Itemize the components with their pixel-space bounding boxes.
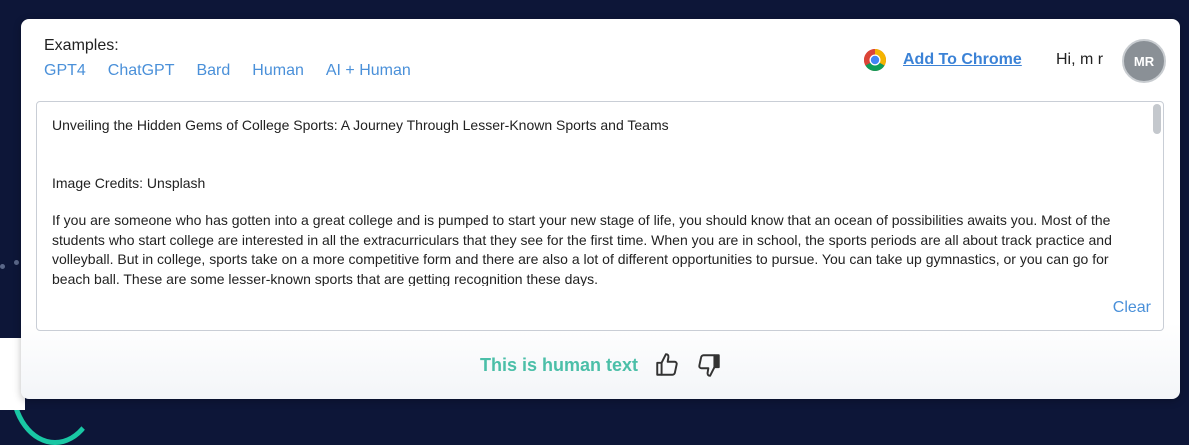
editor-scrollbar-thumb[interactable] [1153,104,1161,134]
image-credits-line: Image Credits: Unsplash [52,174,206,191]
background-decoration [0,250,20,290]
background-dot [0,264,5,269]
example-link-bard[interactable]: Bard [196,62,230,80]
detector-card: Examples: GPT4 ChatGPT Bard Human AI + H… [21,19,1180,399]
example-link-gpt4[interactable]: GPT4 [44,62,86,80]
article-title-line: Unveiling the Hidden Gems of College Spo… [52,117,669,133]
thumbs-up-icon[interactable] [654,352,680,378]
thumbs-down-icon[interactable] [696,352,722,378]
example-link-chatgpt[interactable]: ChatGPT [108,62,175,80]
chrome-icon[interactable] [863,48,887,72]
result-text: This is human text [480,354,639,375]
examples-links: GPT4 ChatGPT Bard Human AI + Human [44,62,411,80]
example-link-ai-human[interactable]: AI + Human [326,62,411,80]
editor-text[interactable]: Unveiling the Hidden Gems of College Spo… [52,116,1137,286]
article-paragraph: If you are someone who has gotten into a… [52,212,1112,286]
background-dot [14,260,19,265]
result-bar: This is human text [480,352,722,378]
user-greeting: Hi, m r [1056,51,1104,68]
text-input-area[interactable]: Unveiling the Hidden Gems of College Spo… [36,101,1164,331]
add-to-chrome-link[interactable]: Add To Chrome [903,51,1022,69]
editor-scrollbar[interactable] [1153,104,1161,290]
clear-button[interactable]: Clear [1113,299,1151,317]
avatar[interactable]: MR [1122,39,1166,83]
example-link-human[interactable]: Human [252,62,304,80]
examples-label: Examples: [44,37,119,54]
